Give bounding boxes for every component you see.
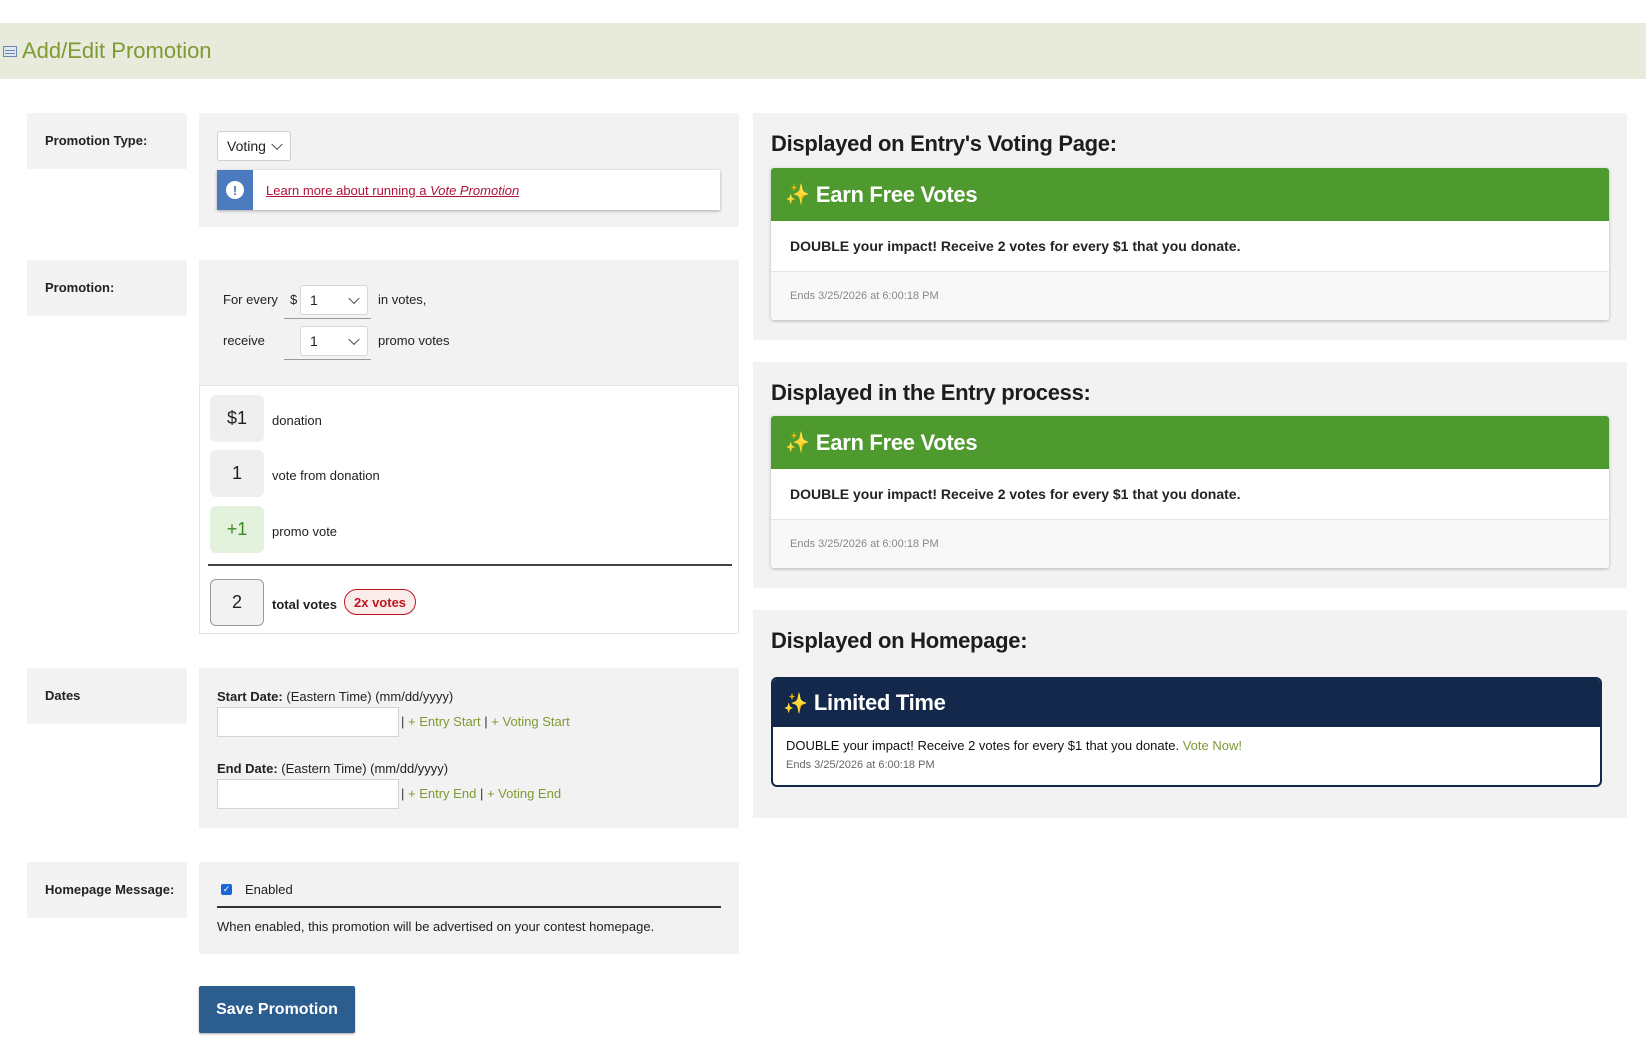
chevron-down-icon — [271, 138, 283, 151]
sparkle-icon: ✨ — [785, 184, 810, 206]
info-banner: ! Learn more about running a Vote Promot… — [217, 170, 720, 210]
homepage-help-text: When enabled, this promotion will be adv… — [217, 919, 655, 934]
end-date-input[interactable] — [217, 779, 399, 809]
donation-tile: $1 — [210, 395, 264, 442]
promotion-label-text: Promotion: — [45, 280, 115, 295]
voting-page-preview-title: Displayed on Entry's Voting Page: — [771, 131, 1117, 156]
promotion-type-selected: Voting — [227, 138, 266, 154]
help-link-emphasis: Vote Promotion — [430, 182, 520, 198]
calculator-divider — [208, 564, 732, 566]
votes-tile: 1 — [210, 450, 264, 497]
start-date-hint: (Eastern Time) (mm/dd/yyyy) — [282, 689, 454, 704]
donation-label: donation — [272, 413, 322, 428]
start-date-label: Start Date: (Eastern Time) (mm/dd/yyyy) — [217, 689, 453, 704]
promotion-type-label-text: Promotion Type: — [45, 133, 148, 148]
help-link-prefix: Learn more about running a — [266, 182, 431, 198]
vote-calculator: $1 donation 1 vote from donation +1 prom… — [199, 385, 739, 634]
entry-process-preview: Displayed in the Entry process: ✨ Earn F… — [753, 362, 1627, 588]
separator: | — [401, 786, 405, 801]
receive-text: receive — [223, 333, 265, 348]
info-icon: ! — [226, 181, 244, 199]
entry-end-link[interactable]: + Entry End — [408, 786, 476, 801]
promo-vote-tile: +1 — [210, 506, 264, 553]
homepage-promo-message-text: DOUBLE your impact! Receive 2 votes for … — [786, 738, 1180, 753]
promo-card-ends: Ends 3/25/2026 at 6:00:18 PM — [771, 520, 1609, 568]
donation-amount-select[interactable]: 1 — [300, 285, 368, 315]
promo-card-ends: Ends 3/25/2026 at 6:00:18 PM — [771, 272, 1609, 320]
promo-card-heading: Earn Free Votes — [815, 429, 978, 455]
start-date-title: Start Date: — [217, 689, 283, 704]
homepage-message-panel: ✓ Enabled When enabled, this promotion w… — [199, 862, 739, 954]
limited-time-header: ✨ Limited Time — [773, 679, 1600, 727]
page-header: Add/Edit Promotion — [0, 23, 1646, 79]
homepage-preview-title: Displayed on Homepage: — [771, 628, 1028, 653]
separator: | — [484, 714, 488, 729]
limited-time-heading: Limited Time — [813, 690, 946, 715]
dates-panel: Start Date: (Eastern Time) (mm/dd/yyyy) … — [199, 668, 739, 828]
promotion-type-select[interactable]: Voting — [217, 131, 291, 161]
vote-promotion-help-link[interactable]: Learn more about running a Vote Promotio… — [266, 183, 519, 198]
form-icon — [3, 45, 17, 57]
separator: | — [479, 786, 484, 801]
currency-symbol: $ — [290, 292, 298, 307]
promo-amount-value: 1 — [310, 333, 318, 349]
end-date-hint: (Eastern Time) (mm/dd/yyyy) — [277, 761, 449, 776]
promotion-label: Promotion: — [27, 260, 187, 316]
promo-card-header: ✨ Earn Free Votes — [771, 416, 1609, 469]
end-date-shortcuts: | + Entry End | + Voting End — [401, 786, 561, 801]
start-date-input[interactable] — [217, 707, 399, 737]
enabled-label: Enabled — [245, 882, 293, 897]
sparkle-icon: ✨ — [785, 432, 810, 454]
end-date-title: End Date: — [217, 761, 278, 776]
sparkle-icon: ✨ — [783, 692, 808, 715]
promo-card-heading: Earn Free Votes — [815, 181, 978, 207]
voting-page-promo-card: ✨ Earn Free Votes DOUBLE your impact! Re… — [771, 168, 1609, 320]
promotion-panel: For every $ 1 in votes, receive 1 promo … — [199, 260, 739, 386]
homepage-message-label-text: Homepage Message: — [45, 882, 175, 897]
promotion-type-panel: Voting ! Learn more about running a Vote… — [199, 113, 739, 227]
entry-start-link[interactable]: + Entry Start — [408, 714, 481, 729]
promotion-type-label: Promotion Type: — [27, 113, 187, 169]
info-icon-container: ! — [217, 170, 253, 210]
vote-from-donation-label: vote from donation — [272, 468, 380, 483]
total-votes-label: total votes — [272, 597, 338, 612]
promo-select-underline — [284, 359, 371, 360]
voting-page-preview: Displayed on Entry's Voting Page: ✨ Earn… — [753, 113, 1627, 340]
promo-vote-label: promo vote — [272, 524, 338, 539]
promo-card-message: DOUBLE your impact! Receive 2 votes for … — [771, 469, 1609, 520]
separator: | — [401, 714, 405, 729]
donation-amount-value: 1 — [310, 292, 318, 308]
voting-end-link[interactable]: + Voting End — [487, 786, 561, 801]
start-date-shortcuts: | + Entry Start | + Voting Start — [401, 714, 570, 729]
entry-process-preview-title: Displayed in the Entry process: — [771, 380, 1091, 405]
page-title: Add/Edit Promotion — [22, 38, 212, 63]
vote-now-link[interactable]: Vote Now! — [1183, 738, 1242, 753]
entry-process-promo-card: ✨ Earn Free Votes DOUBLE your impact! Re… — [771, 416, 1609, 568]
multiplier-badge: 2x votes — [344, 589, 417, 615]
dates-label-text: Dates — [45, 688, 81, 703]
homepage-message-label: Homepage Message: — [27, 862, 187, 918]
voting-start-link[interactable]: + Voting Start — [491, 714, 569, 729]
save-promotion-button[interactable]: Save Promotion — [199, 986, 355, 1033]
promo-card-message: DOUBLE your impact! Receive 2 votes for … — [771, 221, 1609, 272]
in-votes-text: in votes, — [378, 292, 427, 307]
chevron-down-icon — [348, 292, 360, 305]
homepage-promo-card: ✨ Limited Time DOUBLE your impact! Recei… — [771, 677, 1602, 787]
promo-votes-text: promo votes — [378, 333, 450, 348]
promo-amount-select[interactable]: 1 — [300, 326, 368, 356]
total-votes-tile: 2 — [210, 579, 264, 626]
promo-card-header: ✨ Earn Free Votes — [771, 168, 1609, 221]
homepage-divider — [217, 906, 721, 908]
homepage-promo-ends: Ends 3/25/2026 at 6:00:18 PM — [786, 759, 935, 771]
enabled-checkbox[interactable]: ✓ — [221, 884, 232, 895]
donation-select-underline — [284, 318, 371, 319]
dates-label: Dates — [27, 668, 187, 724]
chevron-down-icon — [348, 333, 360, 346]
homepage-promo-message: DOUBLE your impact! Receive 2 votes for … — [786, 738, 1242, 753]
for-every-text: For every — [223, 292, 278, 307]
homepage-preview: Displayed on Homepage: ✨ Limited Time DO… — [753, 610, 1627, 818]
end-date-label: End Date: (Eastern Time) (mm/dd/yyyy) — [217, 761, 448, 776]
